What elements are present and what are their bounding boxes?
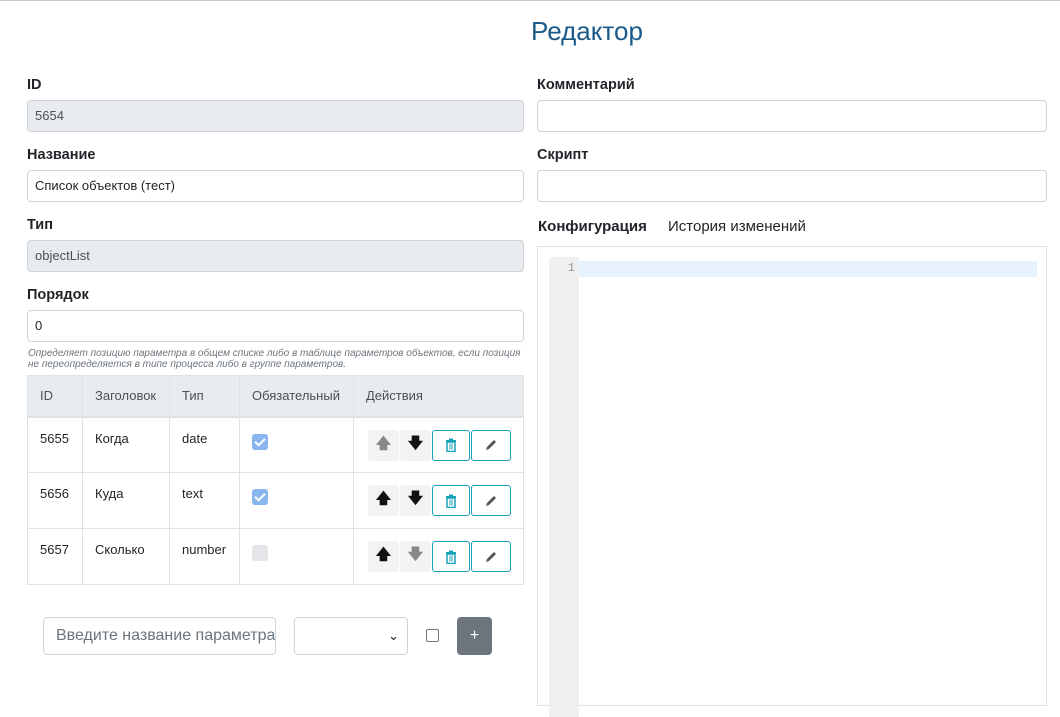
top-border bbox=[0, 0, 1060, 1]
arrow-up-icon[interactable]: 🡅 bbox=[368, 485, 399, 516]
trash-icon[interactable] bbox=[432, 429, 470, 461]
type-label: Тип bbox=[27, 217, 53, 233]
row-required bbox=[239, 416, 354, 473]
row-required bbox=[239, 472, 354, 529]
script-label: Скрипт bbox=[537, 147, 589, 163]
config-editor[interactable]: 1 bbox=[537, 246, 1047, 717]
trash-icon[interactable] bbox=[432, 485, 470, 516]
row-actions: 🡅 🡇 bbox=[353, 472, 524, 529]
order-label: Порядок bbox=[27, 287, 89, 303]
editor-active-line[interactable] bbox=[579, 261, 1037, 277]
type-field[interactable]: objectList bbox=[27, 240, 524, 272]
row-title: Куда bbox=[82, 472, 170, 529]
col-type: Тип bbox=[169, 375, 240, 418]
pencil-icon[interactable] bbox=[471, 429, 511, 461]
pencil-icon[interactable] bbox=[471, 485, 511, 516]
arrow-up-icon[interactable]: 🡅 bbox=[368, 429, 399, 461]
script-field[interactable] bbox=[537, 170, 1047, 202]
col-id: ID bbox=[27, 375, 83, 418]
page-title: Редактор bbox=[531, 16, 643, 46]
row-required bbox=[239, 528, 354, 585]
required-checkbox[interactable] bbox=[252, 545, 268, 561]
chevron-down-icon: ⌄ bbox=[388, 628, 399, 643]
name-field[interactable]: Список объектов (тест) bbox=[27, 170, 524, 202]
row-type: text bbox=[169, 472, 240, 529]
new-param-name-input[interactable]: Введите название параметра bbox=[43, 617, 276, 655]
row-actions: 🡅 🡇 bbox=[353, 528, 524, 585]
line-number: 1 bbox=[567, 261, 575, 275]
editor-gutter: 1 bbox=[549, 257, 579, 717]
row-id: 5657 bbox=[27, 528, 83, 585]
comment-label: Комментарий bbox=[537, 77, 635, 93]
col-required: Обязательный bbox=[239, 375, 354, 418]
row-id: 5655 bbox=[27, 416, 83, 473]
tab-configuration[interactable]: Конфигурация bbox=[538, 218, 647, 235]
params-table: ID Заголовок Тип Обязательный Действия 5… bbox=[27, 375, 524, 585]
new-param-type-select[interactable]: ⌄ bbox=[294, 617, 408, 655]
table-row: 5655 Когда date 🡅 🡇 bbox=[27, 416, 524, 473]
table-row: 5657 Сколько number 🡅 🡇 bbox=[27, 528, 524, 585]
order-field[interactable]: 0 bbox=[27, 310, 524, 342]
table-row: 5656 Куда text 🡅 🡇 bbox=[27, 472, 524, 529]
required-checkbox[interactable] bbox=[252, 489, 268, 505]
arrow-down-icon[interactable]: 🡇 bbox=[400, 541, 431, 572]
row-id: 5656 bbox=[27, 472, 83, 529]
required-checkbox[interactable] bbox=[252, 433, 268, 450]
col-actions: Действия bbox=[353, 375, 524, 418]
row-title: Когда bbox=[82, 416, 170, 473]
order-help-text: Определяет позицию параметра в общем спи… bbox=[28, 348, 521, 370]
new-param-required-checkbox[interactable] bbox=[426, 629, 439, 642]
row-title: Сколько bbox=[82, 528, 170, 585]
id-label: ID bbox=[27, 77, 42, 93]
tab-change-history[interactable]: История изменений bbox=[668, 218, 806, 235]
id-field[interactable]: 5654 bbox=[27, 100, 524, 132]
arrow-up-icon[interactable]: 🡅 bbox=[368, 541, 399, 572]
table-header-row: ID Заголовок Тип Обязательный Действия bbox=[27, 375, 524, 418]
row-type: number bbox=[169, 528, 240, 585]
comment-field[interactable] bbox=[537, 100, 1047, 132]
trash-icon[interactable] bbox=[432, 541, 470, 572]
arrow-down-icon[interactable]: 🡇 bbox=[400, 485, 431, 516]
col-title: Заголовок bbox=[82, 375, 170, 418]
pencil-icon[interactable] bbox=[471, 541, 511, 572]
row-type: date bbox=[169, 416, 240, 473]
arrow-down-icon[interactable]: 🡇 bbox=[400, 429, 431, 461]
add-param-button[interactable]: + bbox=[457, 617, 492, 655]
row-actions: 🡅 🡇 bbox=[353, 416, 524, 473]
name-label: Название bbox=[27, 147, 96, 163]
